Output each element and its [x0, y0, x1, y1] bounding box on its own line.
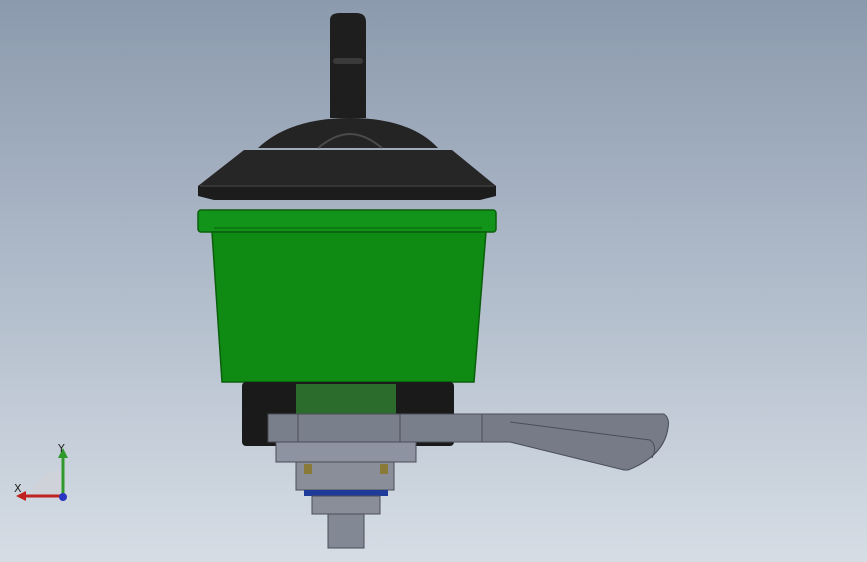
- joystick-handle[interactable]: [258, 13, 438, 149]
- housing-rim: [197, 209, 497, 233]
- base-green-insert: [296, 384, 396, 414]
- blue-retaining-ring: [304, 490, 388, 496]
- stem-shaft: [327, 513, 365, 549]
- cap-band: [198, 186, 496, 200]
- housing-body: [211, 231, 487, 383]
- green-housing[interactable]: [197, 209, 497, 383]
- handle-stick: [330, 13, 366, 118]
- cad-viewport[interactable]: Y X: [0, 0, 867, 562]
- brass-right: [380, 464, 388, 474]
- y-axis-label: Y: [57, 442, 65, 455]
- orientation-triad: Y X: [14, 442, 68, 501]
- brass-left: [304, 464, 312, 474]
- x-axis-label: X: [14, 482, 22, 495]
- triad-plane-icon: [32, 470, 62, 496]
- stem-lower: [311, 495, 381, 515]
- dot-icon: [59, 493, 67, 501]
- bracket-lower: [275, 441, 417, 463]
- stem-assembly[interactable]: [295, 461, 395, 549]
- joystick-cap[interactable]: [198, 150, 496, 200]
- handle-stick-highlight: [333, 58, 363, 64]
- bracket-plate: [267, 413, 485, 443]
- cap-top: [198, 150, 496, 186]
- knob-dome: [258, 118, 438, 148]
- joystick-model[interactable]: [0, 0, 867, 562]
